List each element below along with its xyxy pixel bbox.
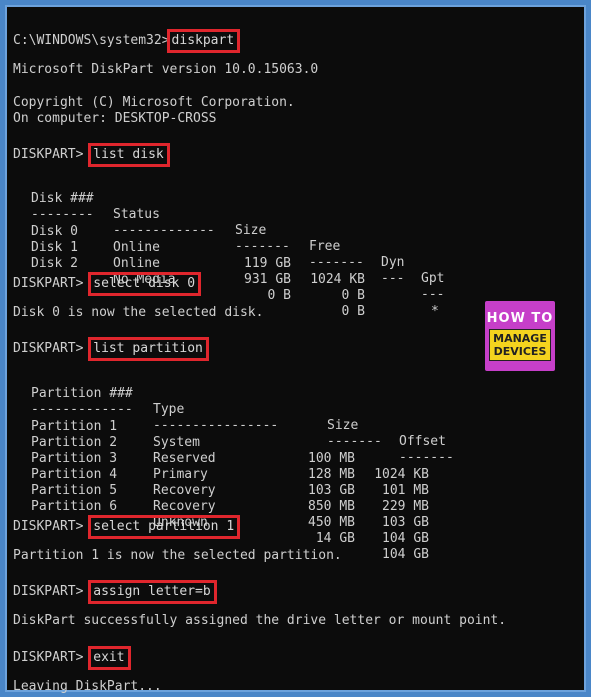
command-select-partition: select partition 1 [88,515,241,539]
disk-free: 0 B [341,288,365,303]
header-dyn: Dyn [381,255,405,270]
table-row: Partition 2 Reserved 128 MB 101 MB [31,419,451,498]
terminal-output: C:\WINDOWS\system32> diskpart Microsoft D… [5,5,586,694]
sep-dyn: --- [381,271,405,286]
disk-size: 0 B [267,288,291,303]
diskpart-prompt: DISKPART> [13,519,84,534]
disk-table-separator: -------- ------------- ------- ------- -… [31,191,471,302]
sep-gpt: --- [421,287,445,302]
partition-selected-line: Partition 1 is now the selected partitio… [13,548,342,563]
partition-offset: 104 GB [382,531,429,546]
disk-table-header: Disk ### Status Size Free Dyn Gpt [31,175,471,286]
partition-size: 850 MB [308,499,355,514]
leaving-line: Leaving DiskPart... [13,679,162,694]
partition-table-separator: ------------- ---------------- ------- -… [31,386,454,465]
disk-free: 0 B [341,304,365,319]
table-row: Partition 4 Recovery 850 MB 103 GB [31,451,451,530]
how-to-manage-devices-logo: HOW TO MANAGE DEVICES [485,301,555,371]
logo-line-1: MANAGE [493,332,547,345]
table-row: Partition 3 Primary 103 GB 229 MB [31,435,451,514]
partition-table-header: Partition ### Type Size Offset [31,370,451,449]
disk-table: Disk ### Status Size Free Dyn Gpt ------… [31,175,471,319]
diskpart-prompt: DISKPART> [13,147,84,162]
partition-size: 450 MB [308,515,355,530]
table-row: Partition 1 System 100 MB 1024 KB [31,403,451,482]
command-assign-letter: assign letter=b [88,580,217,604]
computer-line: On computer: DESKTOP-CROSS [13,111,217,126]
table-row: Disk 2 No Media 0 B 0 B [31,240,471,319]
logo-line-2: DEVICES [493,345,547,358]
command-diskpart: diskpart [166,29,241,53]
disk-status: Online [113,256,160,271]
table-row: Disk 0 Online 119 GB 1024 KB * [31,208,471,319]
table-row: Disk 1 Online 931 GB 0 B [31,224,471,303]
diskpart-prompt: DISKPART> [13,584,84,599]
sep-free: ------- [309,255,364,270]
disk-size: 931 GB [244,272,291,287]
header-gpt: Gpt [421,271,445,286]
disk-name: Disk 2 [31,256,78,271]
terminal-window: C:\WINDOWS\system32> diskpart Microsoft D… [2,2,589,695]
partition-offset: 103 GB [382,515,429,530]
cmd-line-assign-letter: DISKPART> assign letter=b [13,580,217,604]
copyright-line: Copyright (C) Microsoft Corporation. [13,95,295,110]
cmd-line-select-partition: DISKPART> select partition 1 [13,515,241,539]
command-list-disk: list disk [88,143,170,167]
assign-success-line: DiskPart successfully assigned the drive… [13,613,507,628]
partition-table: Partition ### Type Size Offset ---------… [31,370,454,562]
logo-top-text: HOW TO [486,311,554,326]
partition-offset: 229 MB [382,499,429,514]
cmd-line-list-disk: DISKPART> list disk [13,143,170,167]
cmd-line-diskpart: C:\WINDOWS\system32> diskpart [13,29,241,53]
command-list-partition: list partition [88,337,209,361]
command-exit: exit [88,646,131,670]
cmd-line-select-disk: DISKPART> select disk 0 [13,272,202,296]
cmd-prompt: C:\WINDOWS\system32> [13,33,170,48]
diskpart-prompt: DISKPART> [13,341,84,356]
table-row: Partition 5 Recovery 450 MB 104 GB [31,467,451,546]
cmd-line-list-partition: DISKPART> list partition [13,337,209,361]
diskpart-prompt: DISKPART> [13,650,84,665]
command-select-disk: select disk 0 [88,272,202,296]
disk-free: 1024 KB [310,272,365,287]
partition-offset: 104 GB [382,547,429,562]
partition-name: Partition 6 [31,499,118,514]
disk-selected-line: Disk 0 is now the selected disk. [13,305,264,320]
version-line: Microsoft DiskPart version 10.0.15063.0 [13,62,319,77]
partition-type: Recovery [153,499,216,514]
table-row: Partition 6 Unknown 14 GB 104 GB [31,483,451,562]
partition-size: 14 GB [315,531,355,546]
logo-box: MANAGE DEVICES [489,329,551,361]
disk-size: 119 GB [244,256,291,271]
diskpart-prompt: DISKPART> [13,276,84,291]
cmd-line-exit: DISKPART> exit [13,646,131,670]
disk-gpt: * [431,304,439,319]
